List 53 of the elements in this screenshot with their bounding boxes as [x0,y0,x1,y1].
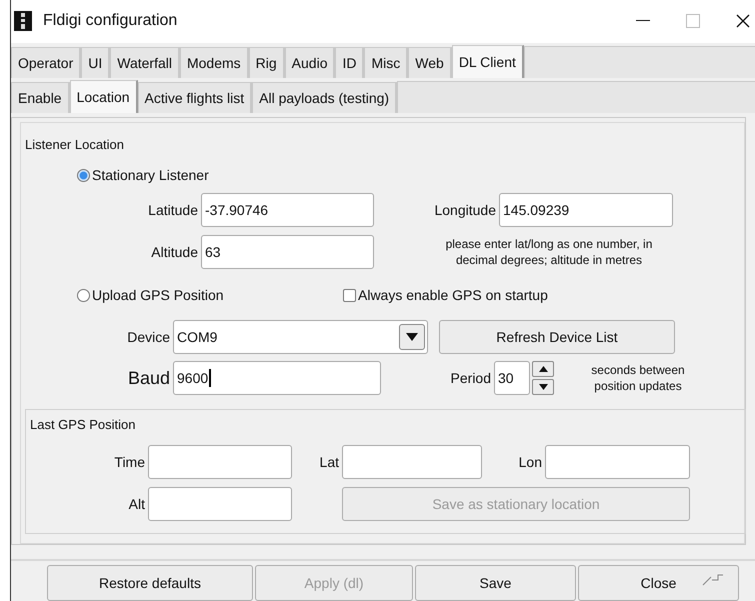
tab[interactable]: Enable [11,82,70,114]
field-label: Lat [318,454,340,470]
tab[interactable]: Audio [284,46,336,78]
app-icon [14,11,32,32]
field-label: Alt [128,496,146,512]
time-field[interactable] [148,445,292,480]
lon-field[interactable] [545,445,690,480]
spinner[interactable] [532,361,554,396]
resize-grip-icon [702,574,724,586]
lat-field[interactable] [342,445,482,480]
field-label: Baud [126,368,171,389]
hint-text: please enter lat/long as one number, in decimal degrees; altitude in metres [444,236,654,268]
field-label: Lon [518,454,543,470]
latitude-field[interactable]: -37.90746 [201,193,374,228]
section-title: Last GPS Position [30,416,136,432]
radio-option[interactable]: Upload GPS Position [77,287,343,304]
tab[interactable]: Location [70,80,138,114]
close-icon[interactable] [736,14,750,28]
maximize-icon[interactable] [686,14,700,28]
field-label: Latitude [147,202,199,218]
tab[interactable]: All payloads (testing) [252,82,398,114]
tab[interactable]: UI [81,46,110,78]
radio-option[interactable]: Stationary Listener [77,167,209,184]
period-field[interactable]: 30 [494,361,530,396]
dialog-button[interactable]: Save [415,565,576,601]
tab[interactable]: Active flights list [138,82,252,114]
dialog-button[interactable]: Close [578,565,739,601]
altitude-field[interactable]: 63 [201,235,374,270]
minimize-icon[interactable] [636,20,650,22]
tab[interactable]: Operator [11,46,82,78]
section-title: Listener Location [25,136,124,152]
tab[interactable]: ID [335,46,364,78]
alt-field[interactable] [148,487,292,522]
tab[interactable]: Web [408,46,452,78]
checkbox[interactable]: Always enable GPS on startup [343,287,548,304]
window-title: Fldigi configuration [43,12,178,30]
field-label: Altitude [150,244,199,260]
field-label: Period [450,370,492,386]
tab[interactable]: Rig [248,46,285,78]
hint-text: seconds between position updates [590,362,686,394]
dropdown-arrow-icon [406,333,418,342]
tab[interactable]: Waterfall [110,46,180,78]
dialog-button[interactable]: Restore defaults [47,565,253,601]
tab[interactable]: Misc [364,46,408,78]
field-label: Time [113,454,146,470]
device-dropdown[interactable]: COM9 [173,320,428,354]
tab[interactable]: DL Client [452,44,524,78]
baud-field[interactable]: 9600 [173,361,381,396]
field-label: Longitude [433,202,497,218]
tab[interactable]: Modems [180,46,249,78]
field-label: Device [126,329,171,346]
refresh-button[interactable]: Refresh Device List [439,320,675,354]
longitude-field[interactable]: 145.09239 [499,193,673,228]
